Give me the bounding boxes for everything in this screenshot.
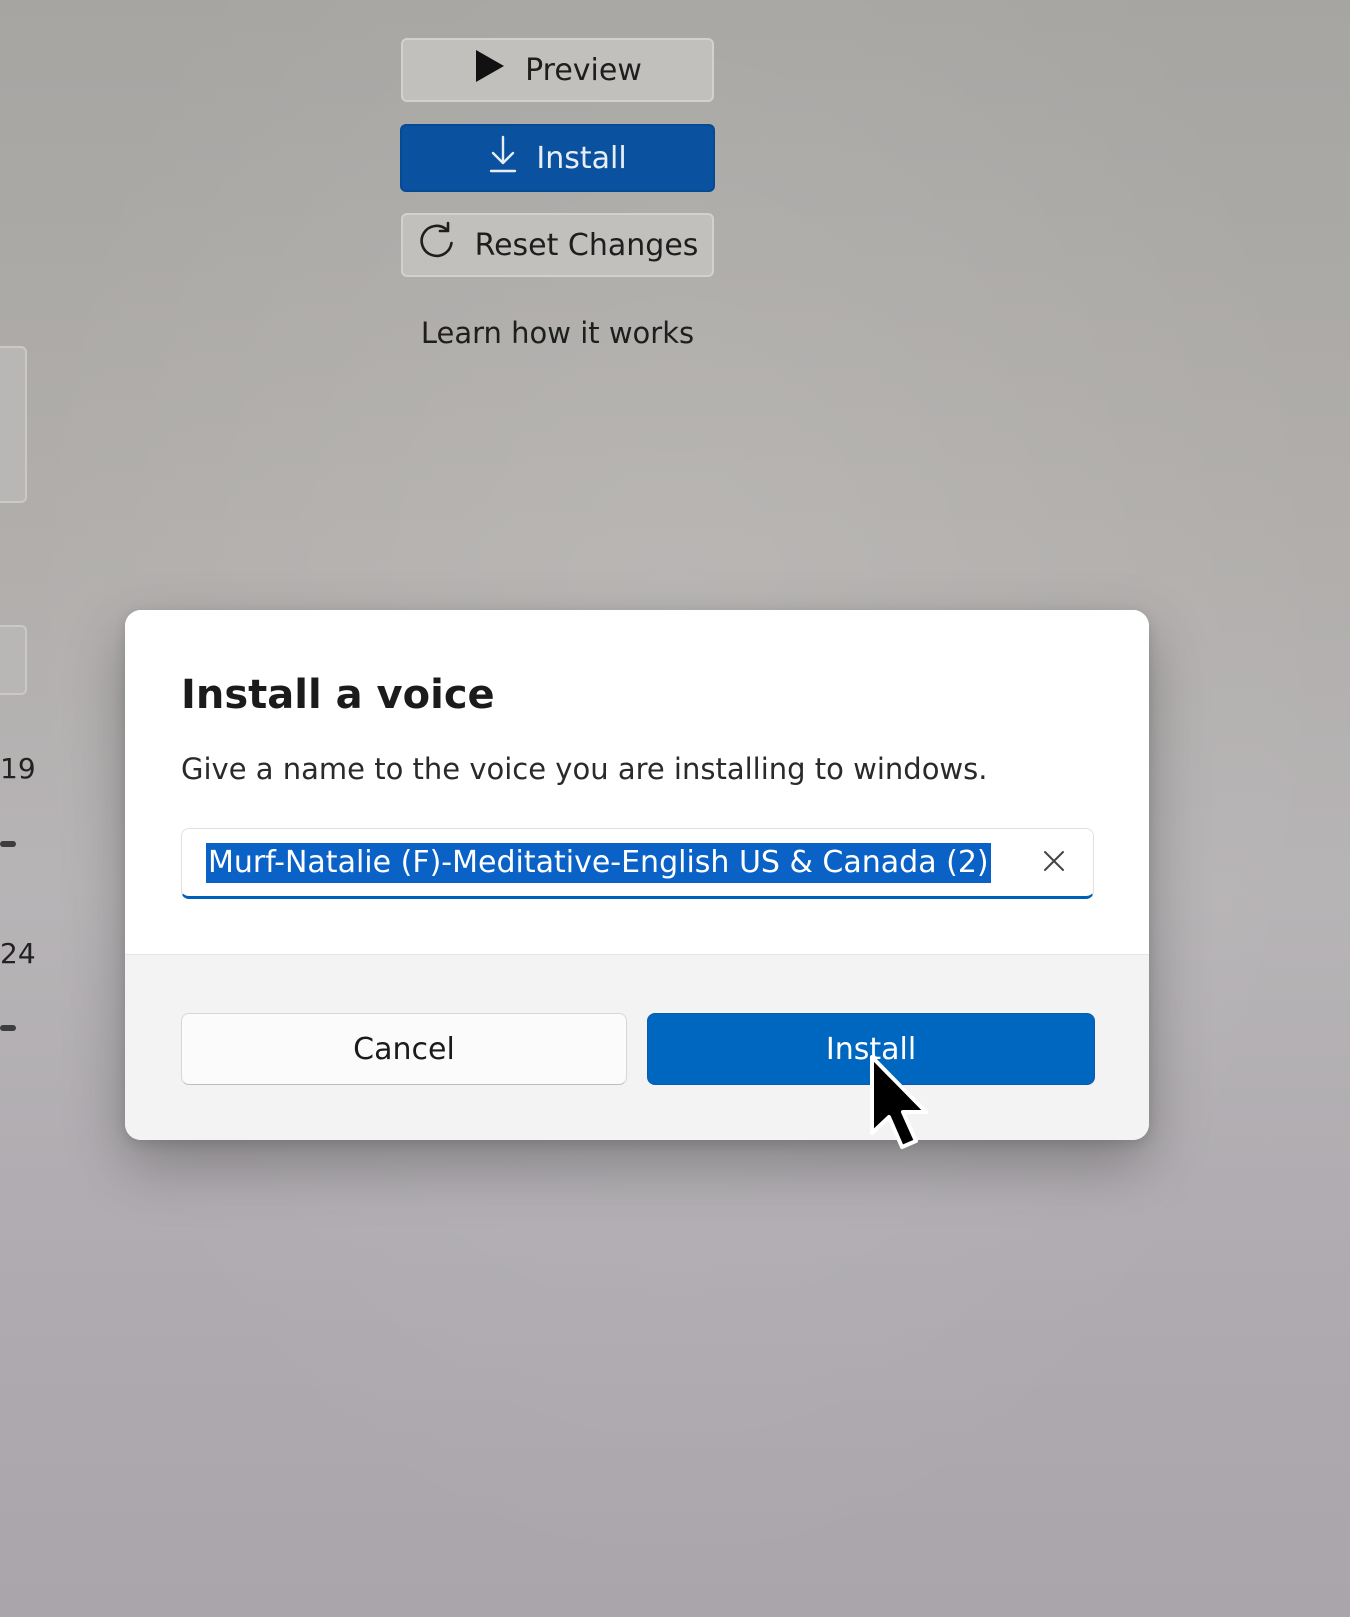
reset-changes-button[interactable]: Reset Changes	[401, 213, 714, 277]
cancel-button[interactable]: Cancel	[181, 1013, 627, 1085]
install-background-button[interactable]: Install	[400, 124, 715, 192]
clear-input-button[interactable]	[1035, 844, 1073, 882]
reset-changes-label: Reset Changes	[474, 227, 699, 263]
voice-name-value[interactable]: Murf-Natalie (F)-Meditative-English US &…	[206, 843, 991, 883]
learn-how-it-works-link[interactable]: Learn how it works	[401, 316, 714, 350]
dialog-body: Install a voice Give a name to the voice…	[125, 610, 1149, 955]
left-card-fragment	[0, 346, 27, 503]
voice-name-input[interactable]: Murf-Natalie (F)-Meditative-English US &…	[181, 828, 1094, 899]
install-voice-dialog: Install a voice Give a name to the voice…	[125, 610, 1149, 1140]
dialog-title: Install a voice	[181, 672, 495, 718]
left-slider-fragment	[0, 841, 16, 847]
mouse-cursor	[868, 1055, 938, 1155]
left-field-fragment	[0, 625, 27, 695]
left-value-fragment: 24	[0, 937, 36, 970]
refresh-icon	[417, 221, 457, 269]
left-value-fragment: 19	[0, 752, 36, 785]
preview-label: Preview	[525, 52, 642, 88]
close-icon	[1042, 849, 1066, 877]
left-slider-fragment	[0, 1025, 16, 1031]
dialog-description: Give a name to the voice you are install…	[181, 752, 988, 786]
preview-button[interactable]: Preview	[401, 38, 714, 102]
install-background-label: Install	[536, 140, 627, 176]
download-icon	[488, 134, 518, 182]
dialog-footer: Cancel Install	[125, 954, 1149, 1140]
play-icon	[473, 48, 507, 92]
